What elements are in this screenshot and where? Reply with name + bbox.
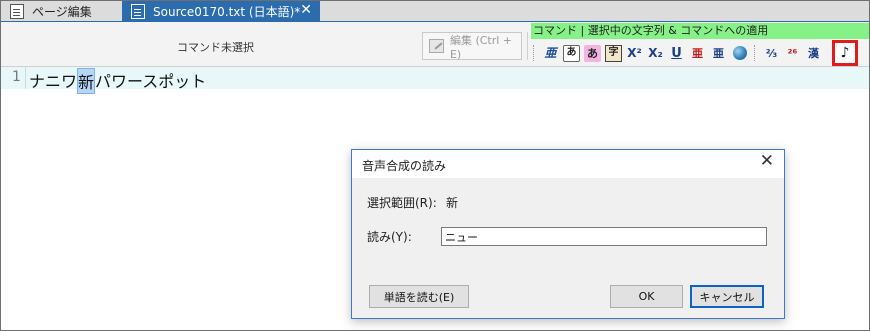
ok-button[interactable]: OK	[610, 285, 683, 308]
edit-button[interactable]: 編集 (Ctrl + E)	[422, 32, 522, 61]
toolbar-divider	[527, 32, 528, 60]
app-window: ページ編集 Source0170.txt (日本語)* ✕ コマンド未選択 編集…	[0, 0, 870, 331]
superscript-icon[interactable]: X²	[626, 45, 643, 62]
emphasis-dot-alt-icon[interactable]: 亜	[710, 45, 727, 62]
globe-icon	[732, 46, 747, 60]
editor-line: 1 ナニワ 新 パワースポット	[1, 67, 869, 94]
number-rotate-icon[interactable]: ²⁶	[784, 45, 801, 62]
page-doc-icon	[10, 4, 24, 19]
command-icon-bar: 亜 あ あ 字 X² X₂ U 亜 亜 ²⁄₃ ²⁶ 漢 ♪	[531, 40, 858, 66]
cancel-button[interactable]: キャンセル	[690, 285, 764, 308]
emphasis-dot-icon[interactable]: 亜	[689, 45, 706, 62]
dialog-title: 音声合成の読み	[362, 159, 447, 173]
close-icon[interactable]: ✕	[760, 153, 774, 170]
range-value: 新	[446, 196, 459, 210]
text-file-icon	[131, 4, 145, 19]
toolbar: コマンド未選択 編集 (Ctrl + E) コマンド | 選択中の文字列 & コ…	[1, 22, 869, 67]
tab-label: Source0170.txt (日本語)*	[153, 5, 301, 19]
edit-button-label: 編集 (Ctrl + E)	[449, 33, 513, 61]
underline-icon[interactable]: U	[668, 45, 685, 62]
tab-page-edit[interactable]: ページ編集	[1, 1, 121, 22]
grip-handle[interactable]	[533, 45, 536, 61]
line-text[interactable]: ナニワ 新 パワースポット	[29, 68, 206, 94]
kanji-icon[interactable]: 字	[605, 44, 622, 62]
read-word-button[interactable]: 単語を読む(E)	[369, 285, 469, 308]
reading-label: 読み(Y):	[367, 230, 412, 244]
globe-icon-wrap[interactable]	[731, 45, 748, 62]
range-label: 選択範囲(R):	[367, 196, 437, 210]
hiragana-highlight-icon[interactable]: あ	[584, 44, 601, 62]
text-before-selection: ナニワ	[29, 72, 78, 91]
kanji-bracket-icon[interactable]: 漢	[805, 45, 822, 62]
edit-pencil-icon	[429, 39, 444, 53]
hiragana-icon[interactable]: あ	[563, 44, 580, 62]
gutter-divider	[25, 67, 26, 89]
text-after-selection: パワースポット	[95, 72, 207, 91]
tab-source-file[interactable]: Source0170.txt (日本語)* ✕	[122, 1, 320, 22]
reading-input[interactable]	[441, 227, 767, 246]
speech-synthesis-button[interactable]: ♪	[832, 40, 858, 66]
command-header: コマンド | 選択中の文字列 & コマンドへの適用	[531, 23, 869, 39]
close-icon[interactable]: ✕	[300, 2, 312, 18]
tab-label: ページ編集	[32, 5, 92, 19]
line-number: 1	[12, 69, 21, 85]
tab-bar: ページ編集 Source0170.txt (日本語)* ✕	[1, 1, 869, 22]
subscript-icon[interactable]: X₂	[647, 45, 664, 62]
selected-text: 新	[77, 68, 96, 94]
grip-handle	[754, 45, 757, 61]
speech-reading-icon: ♪	[840, 45, 850, 61]
dialog-titlebar: 音声合成の読み ✕	[352, 150, 784, 178]
command-status: コマンド未選択	[177, 41, 254, 54]
tatechuyoko-icon[interactable]: ²⁄₃	[763, 45, 780, 62]
reading-dialog: 音声合成の読み ✕ 選択範囲(R): 新 読み(Y): 単語を読む(E) OK …	[351, 149, 785, 319]
ruby-icon[interactable]: 亜	[542, 45, 559, 62]
